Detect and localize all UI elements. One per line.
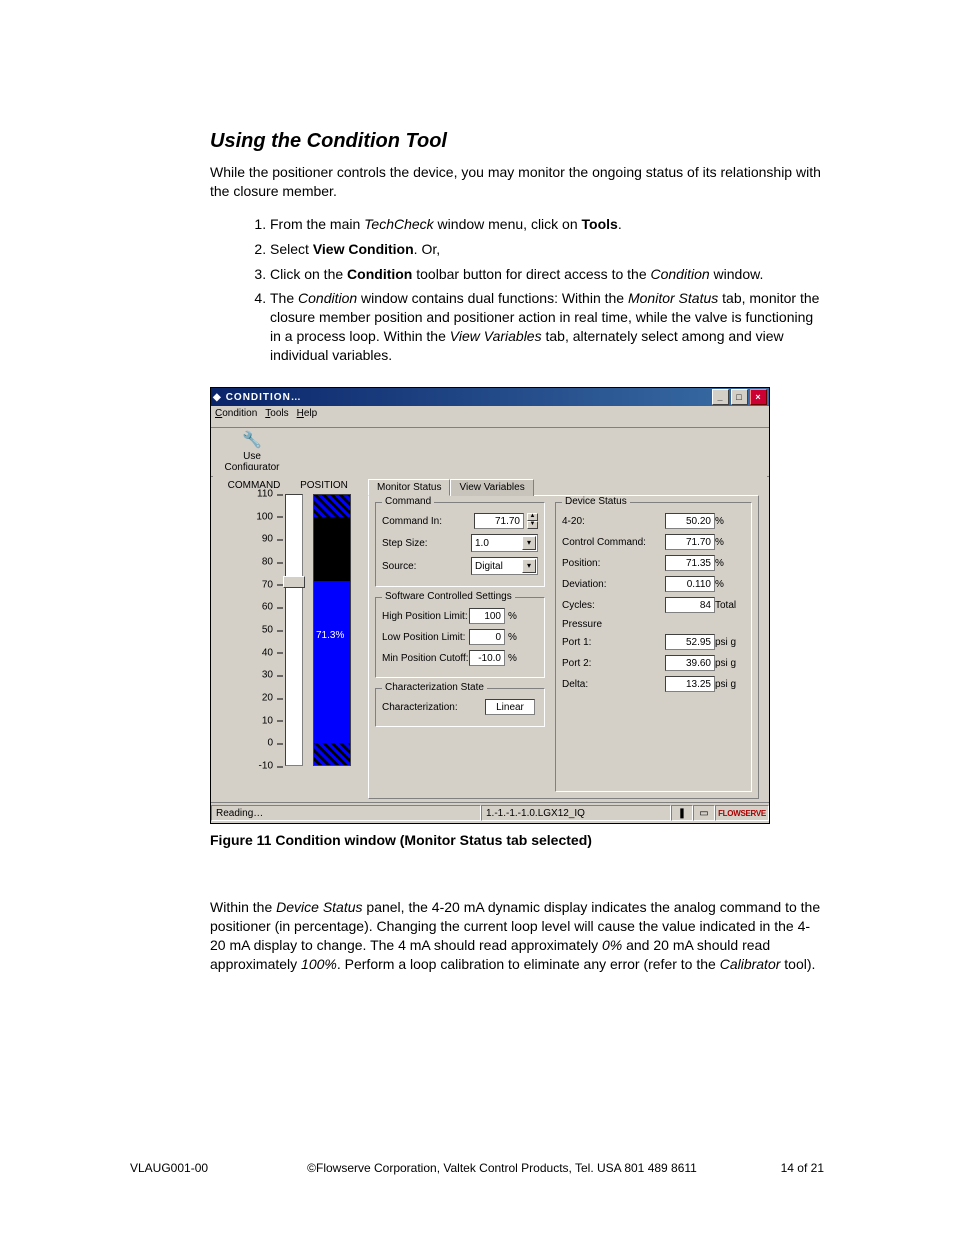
group-device-status: Device Status 4-20:50.20% Control Comman… xyxy=(555,502,752,792)
low-pos-limit-input[interactable]: 0 xyxy=(469,629,505,645)
step-2: Select View Condition. Or, xyxy=(270,240,824,259)
group-command: Command Command In:71.70▲▼ Step Size:1.0… xyxy=(375,502,545,587)
step-4: The Condition window contains dual funct… xyxy=(270,289,824,365)
group-characterization: Characterization State Characterization:… xyxy=(375,688,545,727)
status-icon-1: ❚ xyxy=(671,805,693,821)
characterization-value: Linear xyxy=(485,699,535,715)
page-footer: VLAUG001-00 ©Flowserve Corporation, Valt… xyxy=(130,1161,824,1175)
maximize-button[interactable]: □ xyxy=(731,389,748,405)
ds-position: 71.35 xyxy=(665,555,715,571)
minimize-button[interactable]: _ xyxy=(712,389,729,405)
gauge-header-position: POSITION xyxy=(289,480,359,491)
app-icon: ◆ xyxy=(213,392,222,403)
ds-delta: 13.25 xyxy=(665,676,715,692)
source-select[interactable]: Digital xyxy=(471,557,538,575)
status-reading: Reading… xyxy=(211,805,481,821)
menu-help[interactable]: Help xyxy=(297,408,318,425)
menu-condition[interactable]: Condition xyxy=(215,408,257,425)
window-titlebar[interactable]: ◆ CONDITION… _ □ × xyxy=(211,388,769,406)
ds-deviation: 0.110 xyxy=(665,576,715,592)
wrench-icon: 🔧 xyxy=(242,430,262,450)
intro-para: While the positioner controls the device… xyxy=(210,163,824,201)
window-title: CONDITION… xyxy=(226,392,710,403)
position-bar-label: 71.3% xyxy=(316,630,344,641)
step-size-select[interactable]: 1.0 xyxy=(471,534,538,552)
ds-port2: 39.60 xyxy=(665,655,715,671)
min-pos-cutoff-input[interactable]: -10.0 xyxy=(469,650,505,666)
status-logo: FLOWSERVE xyxy=(715,805,769,821)
close-button[interactable]: × xyxy=(750,389,767,405)
screenshot-condition-window: ◆ CONDITION… _ □ × Condition Tools Help … xyxy=(210,387,770,824)
status-icon-2: ▭ xyxy=(693,805,715,821)
ds-cycles: 84 xyxy=(665,597,715,613)
menu-tools[interactable]: Tools xyxy=(265,408,288,425)
command-slider[interactable] xyxy=(285,494,303,766)
group-software-settings: Software Controlled Settings High Positi… xyxy=(375,597,545,678)
ds-control-command: 71.70 xyxy=(665,534,715,550)
ds-4-20: 50.20 xyxy=(665,513,715,529)
tab-view-variables[interactable]: View Variables xyxy=(450,479,533,496)
command-in-input[interactable]: 71.70 xyxy=(474,513,524,529)
pressure-subhead: Pressure xyxy=(562,619,745,630)
figure-caption: Figure 11 Condition window (Monitor Stat… xyxy=(210,832,824,848)
tab-monitor-status[interactable]: Monitor Status xyxy=(368,479,450,496)
gauge-ticks: 110 100 90 80 70 60 50 40 30 20 10 0 -10 xyxy=(219,494,273,766)
status-bar: Reading… 1.-1.-1.-1.0.LGX12_IQ ❚ ▭ FLOWS… xyxy=(211,802,769,823)
position-bar: 71.3% xyxy=(313,494,351,766)
slider-thumb[interactable] xyxy=(283,576,305,588)
ds-port1: 52.95 xyxy=(665,634,715,650)
menu-bar: Condition Tools Help xyxy=(211,406,769,428)
status-address: 1.-1.-1.-1.0.LGX12_IQ xyxy=(481,805,671,821)
command-in-spinner[interactable]: ▲▼ xyxy=(527,513,538,529)
section-heading: Using the Condition Tool xyxy=(210,130,824,153)
step-1: From the main TechCheck window menu, cli… xyxy=(270,215,824,234)
use-configurator-button[interactable]: 🔧 Use Configurator xyxy=(217,430,287,473)
high-pos-limit-input[interactable]: 100 xyxy=(469,608,505,624)
step-3: Click on the Condition toolbar button fo… xyxy=(270,265,824,284)
after-para: Within the Device Status panel, the 4-20… xyxy=(210,898,824,974)
